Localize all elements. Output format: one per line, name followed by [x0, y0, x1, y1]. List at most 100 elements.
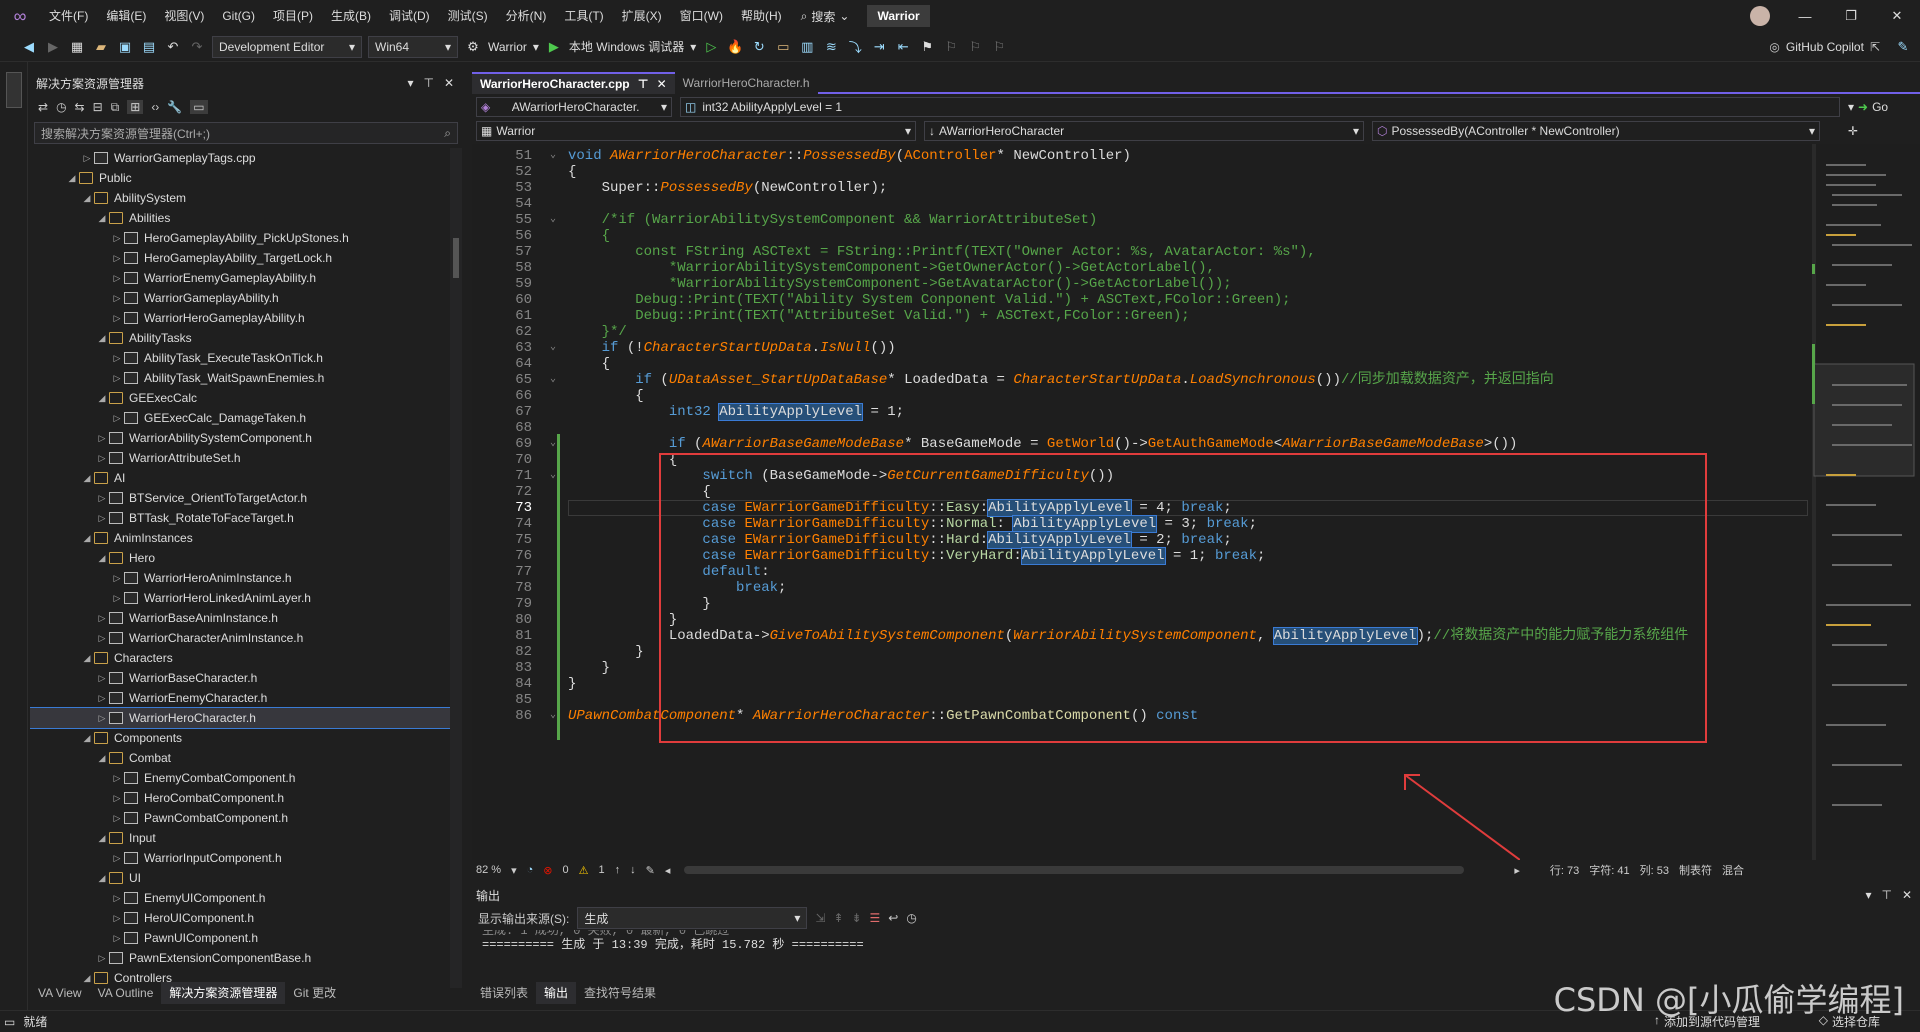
collapsed-arrow-icon[interactable]: ▷	[95, 713, 109, 724]
error-count[interactable]: 0	[562, 864, 568, 876]
tree-item[interactable]: ▷ BTService_OrientToTargetActor.h	[30, 488, 450, 508]
expanded-arrow-icon[interactable]: ◢	[95, 553, 109, 564]
tree-item[interactable]: ▷ EnemyUIComponent.h	[30, 888, 450, 908]
chevron-down-icon[interactable]: ▾	[511, 864, 517, 877]
output-text[interactable]: 生成: 1 成功, 0 失败, 0 最新, 0 已跳过 ========== 生…	[472, 930, 1920, 960]
expanded-arrow-icon[interactable]: ◢	[80, 533, 94, 544]
code-line[interactable]: 70 {	[472, 452, 1812, 468]
menu-item[interactable]: 项目(P)	[264, 0, 322, 32]
fold-toggle-icon[interactable]: ⌄	[550, 708, 556, 724]
collapsed-arrow-icon[interactable]: ▷	[95, 673, 109, 684]
clear-all-icon[interactable]: ☰	[870, 911, 881, 925]
collapsed-arrow-icon[interactable]: ▷	[110, 793, 124, 804]
tree-item[interactable]: ▷ WarriorCharacterAnimInstance.h	[30, 628, 450, 648]
sync-icon[interactable]: ⇄	[38, 100, 48, 114]
code-line[interactable]: 86 ⌄ UPawnCombatComponent* AWarriorHeroCha…	[472, 708, 1812, 724]
code-line[interactable]: 79 }	[472, 596, 1812, 612]
tree-item[interactable]: ◢ Public	[30, 168, 450, 188]
split-icon[interactable]: ✛	[1848, 124, 1858, 138]
tree-item[interactable]: ▷ BTTask_RotateToFaceTarget.h	[30, 508, 450, 528]
code-line[interactable]: 51 ⌄ void AWarriorHeroCharacter::Possessed…	[472, 148, 1812, 164]
code-line[interactable]: 60 Debug::Print(TEXT("Ability System Con…	[472, 292, 1812, 308]
collapsed-arrow-icon[interactable]: ▷	[110, 573, 124, 584]
menu-item[interactable]: 测试(S)	[439, 0, 497, 32]
code-line[interactable]: 64 {	[472, 356, 1812, 372]
tree-item[interactable]: ▷ EnemyCombatComponent.h	[30, 768, 450, 788]
code-line[interactable]: 61 Debug::Print(TEXT("AttributeSet Valid…	[472, 308, 1812, 324]
code-line[interactable]: 56 {	[472, 228, 1812, 244]
code-line[interactable]: 73 case EWarriorGameDifficulty::Easy:Abi…	[472, 499, 1812, 517]
menu-item[interactable]: 分析(N)	[497, 0, 556, 32]
format-icon[interactable]: ≋	[822, 38, 840, 56]
code-line[interactable]: 81 LoadedData->GiveToAbilitySystemCompon…	[472, 627, 1812, 645]
collapsed-arrow-icon[interactable]: ▷	[110, 273, 124, 284]
redo-icon[interactable]: ↷	[188, 38, 206, 56]
menu-item[interactable]: 工具(T)	[555, 0, 612, 32]
code-icon[interactable]: ‹›	[151, 100, 159, 114]
back-icon[interactable]: ◀	[20, 38, 38, 56]
code-line[interactable]: 66 {	[472, 388, 1812, 404]
close-icon[interactable]: ✕	[657, 77, 667, 91]
chevron-down-icon[interactable]: ▾	[533, 40, 539, 54]
code-line[interactable]: 84}	[472, 676, 1812, 692]
col-indicator[interactable]: 列: 53	[1640, 862, 1669, 878]
collapsed-arrow-icon[interactable]: ▷	[110, 253, 124, 264]
hot-reload-icon[interactable]: 🔥	[726, 38, 744, 56]
fold-toggle-icon[interactable]: ⌄	[550, 436, 556, 452]
tree-item[interactable]: ◢ AnimInstances	[30, 528, 450, 548]
code-line[interactable]: 68	[472, 420, 1812, 436]
tree-item[interactable]: ▷ PawnExtensionComponentBase.h	[30, 948, 450, 968]
refresh-icon[interactable]: ↻	[750, 38, 768, 56]
horizontal-scrollbar[interactable]	[684, 866, 1465, 874]
zoom-level[interactable]: 82 %	[476, 864, 501, 876]
tree-item[interactable]: ◢ Input	[30, 828, 450, 848]
warning-icon[interactable]: ⚠	[579, 864, 589, 877]
expanded-arrow-icon[interactable]: ◢	[95, 873, 109, 884]
restore-icon[interactable]: ❐	[1828, 0, 1874, 32]
collapsed-arrow-icon[interactable]: ▷	[95, 693, 109, 704]
code-line[interactable]: 55 ⌄ /*if (WarriorAbilitySystemComponent …	[472, 212, 1812, 228]
chevron-down-icon[interactable]: ▾	[407, 76, 413, 90]
switch-view-icon[interactable]: ⇆	[75, 100, 85, 114]
expanded-arrow-icon[interactable]: ◢	[95, 213, 109, 224]
collapsed-arrow-icon[interactable]: ▷	[110, 313, 124, 324]
close-icon[interactable]: ✕	[444, 76, 454, 90]
copilot-button[interactable]: ◎ GitHub Copilot ⇱	[1769, 40, 1880, 54]
filter-icon[interactable]: ⊞	[127, 100, 144, 114]
collapsed-arrow-icon[interactable]: ▷	[110, 853, 124, 864]
fold-toggle-icon[interactable]: ⌄	[550, 468, 556, 484]
open-file-icon[interactable]: ▰	[92, 38, 110, 56]
preview-icon[interactable]: ▭	[190, 100, 208, 114]
scroll-right-icon[interactable]: ▸	[1514, 864, 1520, 877]
code-line[interactable]: 72 {	[472, 484, 1812, 500]
warning-count[interactable]: 1	[598, 864, 604, 876]
editor-tab[interactable]: WarriorHeroCharacter.h	[675, 72, 818, 94]
outdent-icon[interactable]: ⇤	[894, 38, 912, 56]
fold-toggle-icon[interactable]: ⌄	[550, 148, 556, 164]
prev-message-icon[interactable]: ⇞	[833, 911, 843, 925]
code-line[interactable]: 69 ⌄ if (AWarriorBaseGameModeBase* BaseGa…	[472, 436, 1812, 452]
minimize-icon[interactable]: —	[1782, 0, 1828, 32]
chevron-down-icon[interactable]: ▾	[1865, 888, 1871, 902]
tree-item[interactable]: ◢ Characters	[30, 648, 450, 668]
code-line[interactable]: 65 ⌄ if (UDataAsset_StartUpDataBase* Load…	[472, 372, 1812, 388]
bottom-tab[interactable]: 解决方案资源管理器	[161, 982, 286, 1004]
tree-item[interactable]: ▷ HeroCombatComponent.h	[30, 788, 450, 808]
tree-item[interactable]: ▷ WarriorHeroLinkedAnimLayer.h	[30, 588, 450, 608]
collapsed-arrow-icon[interactable]: ▷	[95, 453, 109, 464]
save-all-icon[interactable]: ▤	[140, 38, 158, 56]
menu-item[interactable]: 生成(B)	[322, 0, 380, 32]
collapse-all-icon[interactable]: ⊟	[93, 100, 103, 114]
browse-icon[interactable]: ▭	[774, 38, 792, 56]
output-panel-tab[interactable]: 输出	[536, 982, 577, 1004]
tree-item[interactable]: ▷ WarriorBaseAnimInstance.h	[30, 608, 450, 628]
menu-item[interactable]: 调试(D)	[380, 0, 439, 32]
tree-item[interactable]: ▷ WarriorEnemyGameplayAbility.h	[30, 268, 450, 288]
close-icon[interactable]: ✕	[1902, 888, 1912, 902]
line-ending-indicator[interactable]: 混合	[1722, 862, 1744, 878]
tree-item[interactable]: ◢ GEExecCalc	[30, 388, 450, 408]
configuration-select[interactable]: Development Editor ▾	[212, 35, 362, 58]
class-nav-select[interactable]: ◈ AWarriorHeroCharacter. ▾	[476, 97, 672, 117]
indent-icon[interactable]: ⇥	[870, 38, 888, 56]
tree-item[interactable]: ▷ PawnUIComponent.h	[30, 928, 450, 948]
